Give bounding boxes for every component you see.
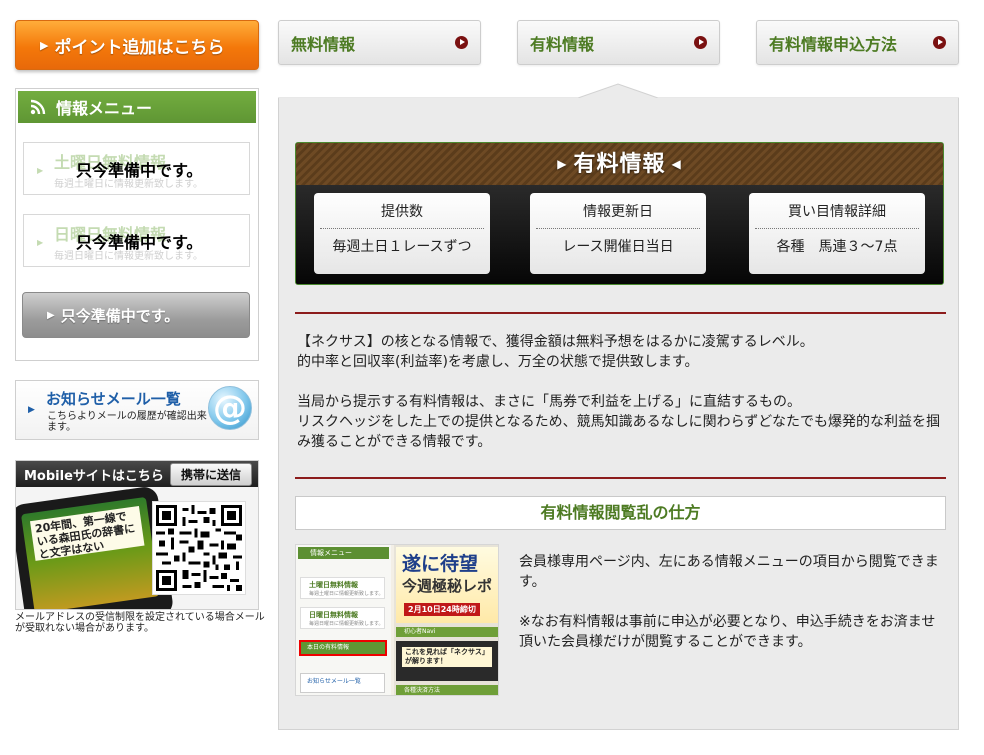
screenshot-menu-item: 土曜日無料情報 毎週土曜日に情報更新致します。 (300, 577, 385, 599)
description-paragraph-2: 当局から提示する有料情報は、まさに「馬券で利益を上げる」に直結するもの。 リスク… (297, 392, 947, 452)
screenshot-green-bar: 初心者Navi (396, 627, 498, 637)
mail-list-description: こちらよりメールの履歴が確認出来ます。 (47, 411, 207, 433)
chevron-right-icon: ▶ (37, 166, 44, 175)
menu-item-saturday[interactable]: ▶ 土曜日無料情報 毎週土曜日に情報更新致します。 只今準備中です。 (23, 142, 250, 195)
divider (295, 477, 946, 479)
mobile-site-box: Mobileサイトはこちら 携帯に送信 20年間、第一線で いる森田氏の辞書に … (15, 460, 259, 610)
screenshot-sidebar: 情報メニュー 土曜日無料情報 毎週土曜日に情報更新致します。 日曜日無料情報 毎… (296, 545, 391, 695)
phone-image: 20年間、第一線で いる森田氏の辞書に と文字はない (16, 485, 175, 609)
rss-icon (30, 99, 46, 115)
mobile-note: メールアドレスの受信制限を設定されている場合メールが受取れない場合があります。 (15, 612, 265, 634)
screenshot-footer-bar: 各種決済方法 (396, 685, 498, 695)
info-menu: 情報メニュー ▶ 土曜日無料情報 毎週土曜日に情報更新致します。 只今準備中です… (15, 88, 259, 361)
info-box-count: 提供数 毎週土日１レースずつ (314, 193, 490, 274)
info-box-value: 各種 馬連３～7点 (776, 239, 898, 255)
mail-list-banner[interactable]: ▶ お知らせメール一覧 こちらよりメールの履歴が確認出来ます。 @ (15, 380, 259, 440)
screenshot-menu-item: 日曜日無料情報 毎週日曜日に情報更新致します。 (300, 607, 385, 629)
mail-list-title: お知らせメール一覧 (46, 390, 181, 408)
info-box-value: レース開催日当日 (562, 239, 674, 255)
info-box-update-day: 情報更新日 レース開催日当日 (530, 193, 706, 274)
screenshot-banner-line: 遂に待望 (402, 553, 479, 575)
info-box-value: 毎週土日１レースずつ (332, 239, 472, 255)
description-line: 的中率と回収率(利益率)を考慮し、万全の状態で提供致します。 (297, 354, 699, 370)
info-box-header: 提供数 (320, 193, 484, 229)
tab-paid-info-application[interactable]: 有料情報申込方法 (756, 20, 959, 65)
tab-label: 有料情報申込方法 (769, 34, 898, 54)
howto-text: 会員様専用ページ内、左にある情報メニューの項目から閲覧できます。 ※なお有料情報… (519, 552, 944, 652)
play-arrow-icon: ▶ (40, 38, 49, 52)
mobile-site-title: Mobileサイトはこちら (24, 468, 164, 484)
preparing-overlay: 只今準備中です。 (76, 161, 203, 180)
phone-screen: 20年間、第一線で いる森田氏の辞書に と文字はない (20, 496, 160, 609)
paid-info-card-header: ▶ 有料情報 ◀ (296, 143, 943, 185)
main-panel: ▶ 有料情報 ◀ 提供数 毎週土日１レースずつ 情報更新日 レース開催日当日 買い目… (278, 98, 959, 730)
howto-text-2: ※なお有料情報は事前に申込が必要となり、申込手続きをお済ませ頂いた会員様だけが閲… (519, 614, 936, 650)
mobile-site-header: Mobileサイトはこちら 携帯に送信 (16, 461, 258, 487)
info-box-bet-details: 買い目情報詳細 各種 馬連３～7点 (749, 193, 925, 274)
info-box-header: 情報更新日 (536, 193, 700, 229)
preparing-button-label: 只今準備中です。 (60, 306, 180, 325)
point-add-label: ポイント追加はこちら (54, 37, 225, 58)
triangle-left-icon: ◀ (671, 157, 682, 171)
description-line: 【ネクサス】の核となる情報で、獲得金額は無料予想をはるかに凌駕するレベル。 (297, 334, 814, 350)
description-line: リスクヘッジをした上での提供となるため、競馬知識あるなしに関わらずどなたでも爆発… (297, 414, 941, 450)
description-line: 当局から提示する有料情報は、まさに「馬券で利益を上げる」に直結するもの。 (297, 394, 801, 410)
info-menu-title: 情報メニュー (56, 99, 153, 118)
tab-label: 無料情報 (291, 34, 356, 54)
paid-info-card: ▶ 有料情報 ◀ 提供数 毎週土日１レースずつ 情報更新日 レース開催日当日 買い目… (295, 142, 944, 285)
screenshot-banner: 遂に待望 今週極秘レポ 2月10日24時締切 (396, 547, 498, 623)
paid-info-card-body: 提供数 毎週土日１レースずつ 情報更新日 レース開催日当日 買い目情報詳細 各種… (296, 185, 943, 284)
triangle-right-icon: ▶ (557, 157, 568, 171)
qr-code-icon (152, 501, 246, 595)
preparing-overlay: 只今準備中です。 (76, 233, 203, 252)
tab-paid-info[interactable]: 有料情報 (517, 20, 720, 65)
screenshot-menu-item-sub: 毎週土曜日に情報更新致します。 (309, 591, 384, 597)
screenshot-banner-line: 今週極秘レポ (402, 577, 493, 595)
info-menu-header: 情報メニュー (18, 91, 256, 123)
screenshot-menu-item-label: 土曜日無料情報 (309, 581, 358, 589)
howto-text-1: 会員様専用ページ内、左にある情報メニューの項目から閲覧できます。 (519, 554, 939, 590)
howto-title: 有料情報閲覧乱の仕方 (295, 496, 946, 530)
play-arrow-icon: ▶ (47, 309, 55, 321)
play-arrow-icon: ▶ (28, 405, 35, 415)
screenshot-banner-deadline: 2月10日24時締切 (404, 603, 480, 616)
description-paragraph-1: 【ネクサス】の核となる情報で、獲得金額は無料予想をはるかに凌駕するレベル。 的中… (297, 332, 947, 372)
paid-info-card-title: 有料情報 (573, 152, 666, 177)
phone-screen-text: 20年間、第一線で いる森田氏の辞書に と文字はない (30, 505, 145, 561)
screenshot-dark-box-text: これを見れば「ネクサス」 が解ります！ (402, 647, 492, 667)
chevron-right-icon: ▶ (37, 238, 44, 247)
howto-screenshot: 情報メニュー 土曜日無料情報 毎週土曜日に情報更新致します。 日曜日無料情報 毎… (295, 544, 499, 696)
screenshot-mail-banner: お知らせメール一覧 (300, 673, 385, 693)
circle-arrow-icon (694, 36, 707, 49)
tab-label: 有料情報 (530, 34, 595, 54)
send-to-mobile-button[interactable]: 携帯に送信 (169, 462, 252, 486)
divider (295, 312, 946, 314)
screenshot-main: 遂に待望 今週極秘レポ 2月10日24時締切 初心者Navi これを見れば「ネク… (394, 545, 498, 695)
screenshot-dark-box: これを見れば「ネクサス」 が解ります！ (396, 641, 498, 681)
circle-arrow-icon (455, 36, 468, 49)
circle-arrow-icon (933, 36, 946, 49)
at-icon: @ (208, 386, 252, 430)
point-add-button[interactable]: ▶ ポイント追加はこちら (15, 20, 259, 70)
info-box-header: 買い目情報詳細 (755, 193, 919, 229)
screenshot-menu-title: 情報メニュー (298, 547, 389, 559)
screenshot-today-button: 本日の有料情報 (299, 640, 387, 656)
preparing-button[interactable]: ▶ 只今準備中です。 (22, 292, 250, 338)
screenshot-menu-item-sub: 毎週日曜日に情報更新致します。 (309, 621, 384, 627)
tab-free-info[interactable]: 無料情報 (278, 20, 481, 65)
menu-item-sunday[interactable]: ▶ 日曜日無料情報 毎週日曜日に情報更新致します。 只今準備中です。 (23, 214, 250, 267)
screenshot-menu-item-label: 日曜日無料情報 (309, 611, 358, 619)
